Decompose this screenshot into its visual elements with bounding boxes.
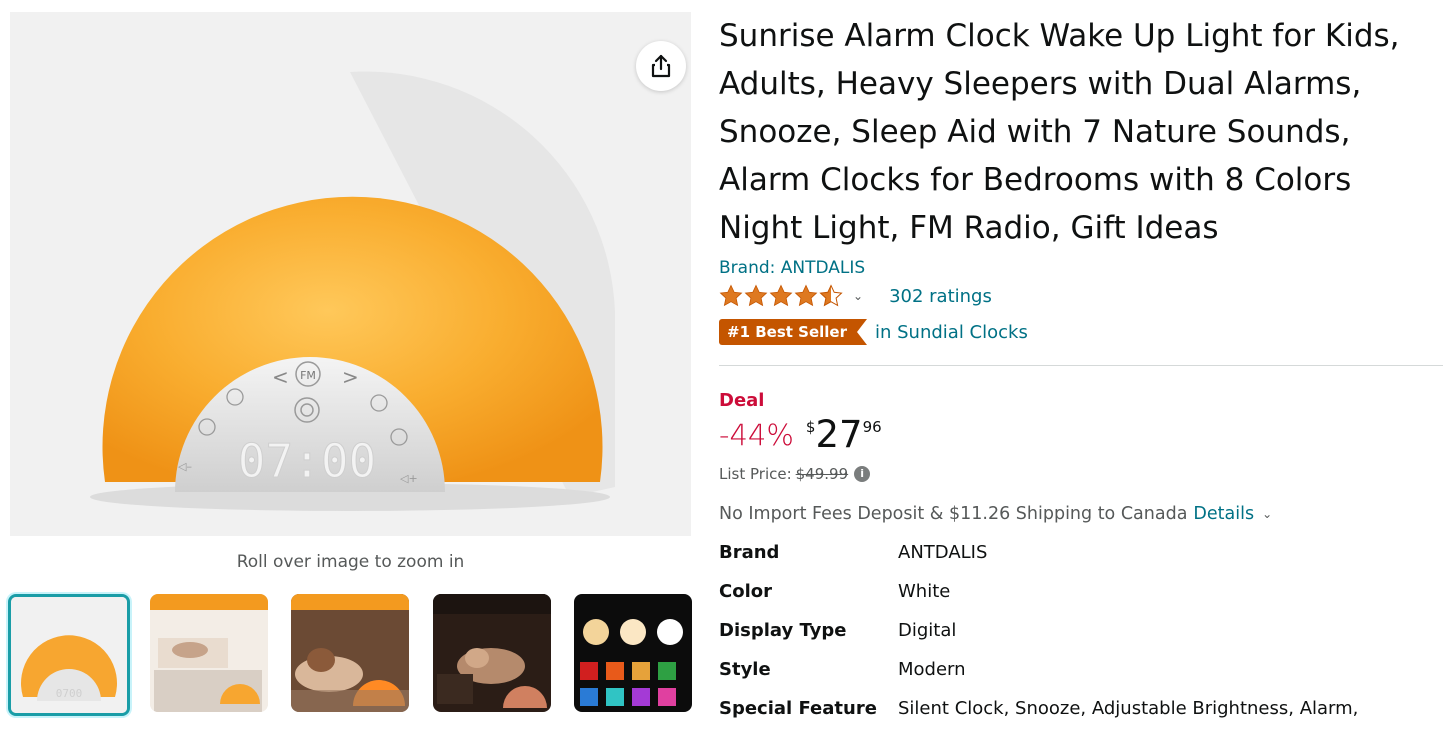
star-full-icon (794, 284, 818, 307)
price: $ 27 96 (806, 415, 882, 455)
spec-row: Style Modern (719, 650, 1443, 689)
spec-row: Color White (719, 572, 1443, 611)
price-row: -44% $ 27 96 (719, 415, 1443, 459)
product-info: Sunrise Alarm Clock Wake Up Light for Ki… (719, 12, 1443, 728)
price-currency: $ (805, 418, 816, 436)
star-full-icon (744, 284, 768, 307)
shipping-details-link[interactable]: Details (1193, 504, 1254, 524)
spec-key: Display Type (719, 620, 847, 641)
shipping-row: No Import Fees Deposit & $11.26 Shipping… (719, 501, 1443, 527)
spec-value: Modern (898, 659, 966, 680)
star-rating[interactable] (719, 284, 843, 308)
spec-key: Special Feature (719, 698, 877, 719)
price-whole: 27 (815, 413, 863, 456)
price-fraction: 96 (862, 418, 882, 436)
zoom-hint: Roll over image to zoom in (236, 552, 465, 572)
star-half-icon (819, 284, 843, 307)
spec-row: Brand ANTDALIS (719, 533, 1443, 572)
spec-value: ANTDALIS (898, 542, 988, 563)
thumb-wake-up-feature[interactable] (150, 594, 268, 712)
star-full-icon (769, 284, 793, 307)
spec-key: Brand (719, 542, 780, 563)
svg-text:FM: FM (300, 369, 316, 382)
spec-row: Special Feature Silent Clock, Snooze, Ad… (719, 689, 1443, 728)
list-price-row: List Price: $49.99 i (719, 463, 1443, 485)
spec-key: Color (719, 581, 772, 602)
thumb-snooze-feature[interactable] (291, 594, 409, 712)
star-full-icon (719, 284, 743, 307)
chevron-down-icon[interactable]: ⌄ (1262, 507, 1272, 521)
product-specs-table: Brand ANTDALIS Color White Display Type … (719, 533, 1443, 728)
svg-text:◁–: ◁– (178, 460, 192, 473)
deal-label: Deal (719, 390, 765, 411)
spec-value: Digital (898, 620, 957, 641)
main-product-image[interactable]: 07:00 FM < > ◁– ◁+ (10, 12, 691, 536)
share-icon (651, 54, 671, 78)
sunrise-lamp-image: 07:00 FM < > ◁– ◁+ (90, 71, 615, 511)
chevron-down-icon[interactable]: ⌄ (853, 289, 863, 303)
list-price-value: $49.99 (795, 465, 849, 483)
svg-text:>: > (342, 365, 359, 389)
spec-key: Style (719, 659, 771, 680)
clock-digits: 07:00 (238, 434, 376, 488)
ratings-count-link[interactable]: 302 ratings (889, 286, 992, 307)
spec-value: Silent Clock, Snooze, Adjustable Brightn… (898, 698, 1359, 719)
product-title: Sunrise Alarm Clock Wake Up Light for Ki… (719, 18, 1400, 246)
discount-percent: -44% (719, 418, 794, 452)
best-seller-row: #1 Best Seller in Sundial Clocks (719, 319, 1443, 345)
brand-link[interactable]: Brand: ANTDALIS (719, 258, 1443, 278)
info-icon[interactable]: i (854, 466, 871, 482)
best-seller-badge[interactable]: #1 Best Seller (719, 319, 867, 345)
thumb-main-product[interactable]: 0700 (8, 594, 130, 716)
share-button[interactable] (636, 41, 686, 91)
rating-row: ⌄ 302 ratings (719, 281, 1443, 311)
spec-value: White (898, 581, 951, 602)
thumb-night-light-feature[interactable] (433, 594, 551, 712)
list-price-label: List Price: (719, 465, 792, 483)
thumb-color-lights[interactable] (574, 594, 692, 712)
spec-row: Display Type Digital (719, 611, 1443, 650)
svg-text:0700: 0700 (56, 687, 83, 700)
svg-text:<: < (272, 365, 289, 389)
divider (719, 365, 1443, 366)
shipping-text: No Import Fees Deposit & $11.26 Shipping… (719, 504, 1188, 524)
svg-text:◁+: ◁+ (400, 472, 418, 485)
best-seller-category-link[interactable]: in Sundial Clocks (875, 322, 1028, 343)
